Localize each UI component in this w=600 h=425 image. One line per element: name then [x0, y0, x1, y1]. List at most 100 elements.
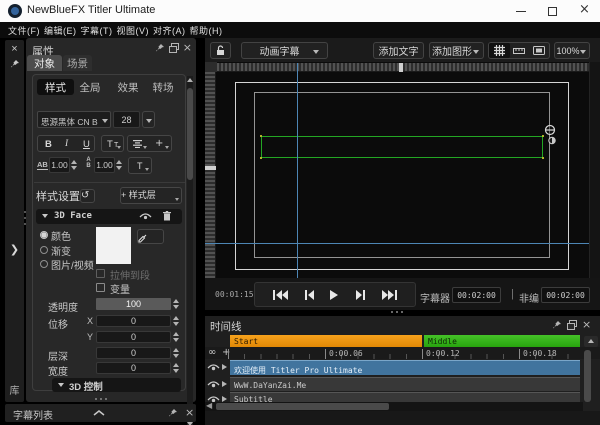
- title-list-close-icon[interactable]: ×: [185, 407, 194, 418]
- infinity-icon[interactable]: ∞: [208, 347, 216, 358]
- checkbox-stretch[interactable]: [96, 269, 105, 278]
- grid-toggle[interactable]: [489, 43, 510, 58]
- minimize-button[interactable]: [507, 0, 535, 22]
- tab-object[interactable]: 对象: [27, 55, 62, 71]
- panel-scrollbar[interactable]: [187, 76, 193, 425]
- tab-global[interactable]: 全局: [75, 79, 105, 95]
- transform-handles[interactable]: [542, 122, 560, 146]
- add-text-button[interactable]: 添加文字: [373, 42, 424, 59]
- letter-spacing-spinner[interactable]: [71, 159, 78, 171]
- baseline-button[interactable]: T: [128, 157, 152, 174]
- align-icon[interactable]: [133, 140, 142, 148]
- letter-spacing-field[interactable]: 1.00: [49, 157, 70, 173]
- nle-timecode-box[interactable]: 00:02:00: [541, 287, 590, 303]
- style-reset-button[interactable]: ↺: [80, 189, 95, 203]
- guide-horizontal[interactable]: [205, 243, 589, 244]
- checkbox-variable[interactable]: [96, 283, 105, 292]
- segment-start[interactable]: Start: [230, 335, 422, 347]
- lock-button[interactable]: [210, 42, 231, 59]
- segment-middle[interactable]: Middle: [424, 335, 580, 347]
- param-opacity-field[interactable]: 100: [96, 298, 171, 310]
- guide-vertical[interactable]: [297, 63, 298, 278]
- param-opacity-spinner[interactable]: [173, 298, 180, 310]
- maximize-button[interactable]: [539, 0, 567, 22]
- title-list-bar[interactable]: 字幕列表 ×: [5, 404, 196, 422]
- title-list-resize-grip[interactable]: [95, 398, 107, 400]
- timeline-splitter-grip[interactable]: [391, 311, 403, 313]
- eyedropper-button[interactable]: [137, 229, 164, 244]
- skip-end-button[interactable]: [381, 289, 397, 300]
- hscroll-thumb[interactable]: [216, 403, 389, 410]
- underline-button[interactable]: U: [83, 139, 90, 150]
- add-shape-button[interactable]: 添加图形: [429, 42, 484, 59]
- track2-eye-icon[interactable]: [207, 380, 220, 389]
- radio-image-video[interactable]: [40, 260, 48, 268]
- titler-timecode-box[interactable]: 00:02:00: [452, 287, 501, 303]
- rail-collapsed-tab[interactable]: 库: [5, 382, 24, 397]
- text-case-button[interactable]: T T: [101, 135, 124, 152]
- dock-icon[interactable]: [168, 42, 179, 53]
- menu-help[interactable]: 帮助(H): [190, 24, 223, 37]
- rail-pin-icon[interactable]: [10, 59, 20, 69]
- panel-scroll-thumb[interactable]: [187, 88, 193, 180]
- control-section-bar[interactable]: 3D 控制: [52, 378, 181, 393]
- bold-button[interactable]: B: [45, 139, 52, 150]
- italic-button[interactable]: I: [65, 139, 68, 149]
- param-offset-y-spinner[interactable]: [173, 331, 180, 343]
- timeline-dock-icon[interactable]: [567, 320, 577, 330]
- param-offset-y-field[interactable]: 0: [96, 331, 171, 343]
- play-button[interactable]: [330, 289, 339, 300]
- menu-align[interactable]: 对齐(A): [153, 24, 186, 37]
- timeline-pin-icon[interactable]: [552, 320, 562, 330]
- track1-eye-icon[interactable]: [207, 363, 220, 372]
- title-list-pin-icon[interactable]: [168, 408, 178, 418]
- timeline-vscroll-thumb[interactable]: [584, 350, 591, 402]
- param-depth-spinner[interactable]: [173, 347, 180, 359]
- ruler-toggle[interactable]: [510, 43, 530, 58]
- param-width-field[interactable]: 0: [96, 362, 171, 374]
- track-bar-3[interactable]: Subtitle: [230, 392, 580, 402]
- track2-expand-arrow[interactable]: [222, 381, 227, 387]
- panel-close-icon[interactable]: ×: [183, 42, 192, 53]
- selection-handle-tl[interactable]: [260, 135, 262, 137]
- timeline-ruler[interactable]: ∞ + 0:00.06 0:00.12 0:00.18: [205, 347, 600, 359]
- tab-effects[interactable]: 效果: [113, 79, 143, 95]
- face-section-bar[interactable]: 3D Face: [36, 209, 182, 224]
- menu-file[interactable]: 文件(F): [8, 24, 40, 37]
- rail-close-icon[interactable]: ×: [5, 43, 24, 55]
- insert-plus-button[interactable]: +: [155, 138, 163, 149]
- param-width-spinner[interactable]: [173, 362, 180, 374]
- radio-gradient[interactable]: [40, 246, 48, 254]
- timeline-close-icon[interactable]: ×: [582, 319, 591, 330]
- font-size-dropdown[interactable]: [142, 111, 155, 128]
- delete-trash-icon[interactable]: [163, 211, 171, 221]
- timeline-scroll-up[interactable]: [584, 336, 598, 347]
- font-size-field[interactable]: 28: [113, 111, 140, 128]
- add-style-layer-button[interactable]: + 样式层: [120, 187, 182, 204]
- safe-area-toggle[interactable]: [529, 43, 549, 58]
- template-selector[interactable]: 动画字幕: [241, 42, 328, 59]
- track-bar-2[interactable]: WwW.DaYanZai.Me: [230, 377, 580, 391]
- selection-handle-bl[interactable]: [260, 157, 262, 159]
- zoom-selector[interactable]: 100%: [554, 42, 590, 59]
- param-offset-x-field[interactable]: 0: [96, 315, 171, 327]
- skip-start-button[interactable]: [273, 289, 289, 300]
- font-family-select[interactable]: 思源黑体 CN B: [37, 111, 111, 128]
- close-button[interactable]: ×: [571, 0, 599, 22]
- line-spacing-spinner[interactable]: [116, 159, 123, 171]
- menu-edit[interactable]: 编辑(E): [44, 24, 77, 37]
- prev-frame-button[interactable]: [304, 289, 314, 300]
- scroll-up-arrow[interactable]: [187, 78, 193, 82]
- pin-icon[interactable]: [155, 43, 165, 53]
- menu-view[interactable]: 视图(V): [117, 24, 150, 37]
- tab-transition[interactable]: 转场: [148, 79, 178, 95]
- tab-scene[interactable]: 场景: [63, 55, 92, 71]
- param-depth-field[interactable]: 0: [96, 347, 171, 359]
- rail-expand-chevron[interactable]: ❯: [5, 243, 24, 256]
- hscroll-left-arrow[interactable]: ◀: [206, 401, 212, 410]
- line-spacing-field[interactable]: 1.00: [94, 157, 115, 173]
- track-bar-1[interactable]: 欢迎使用 Titler Pro Ultimate: [230, 360, 580, 375]
- param-offset-x-spinner[interactable]: [173, 315, 180, 327]
- color-swatch[interactable]: [96, 227, 131, 264]
- selection-handle-br[interactable]: [542, 157, 544, 159]
